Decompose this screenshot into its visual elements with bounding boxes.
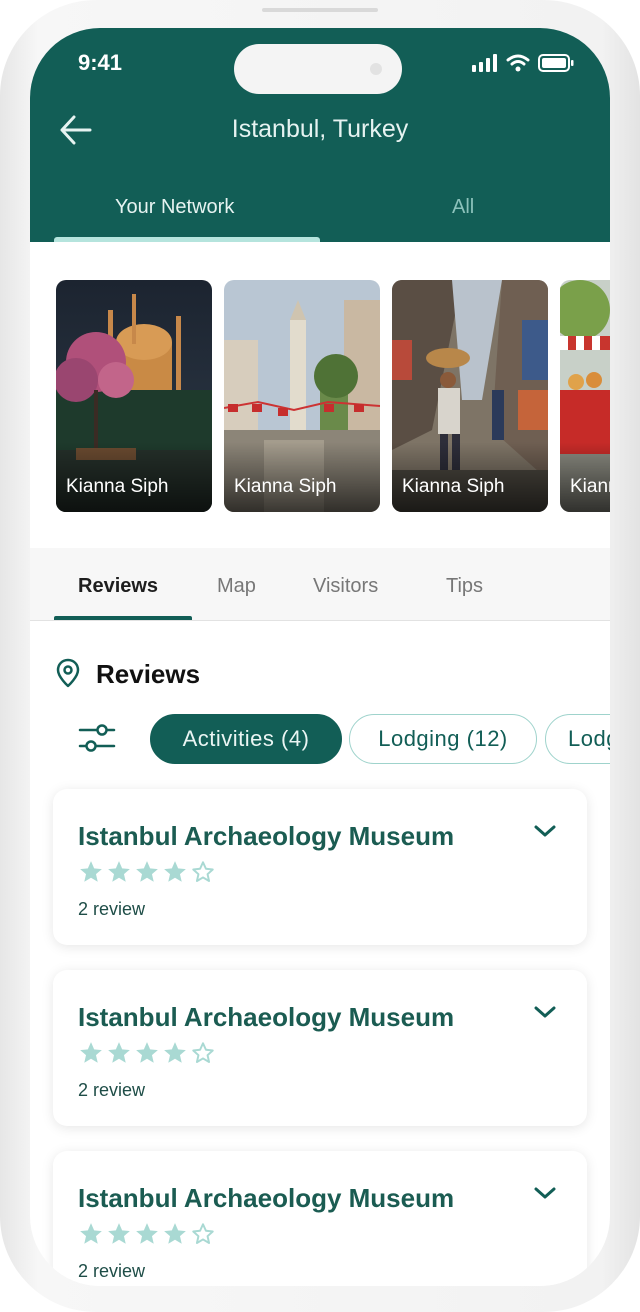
review-count: 2 review [78,1261,146,1281]
wifi-icon [506,54,530,72]
battery-icon [538,54,574,72]
star-empty-icon [192,1223,214,1244]
location-pin-icon [56,658,80,688]
story-card[interactable]: Kianna Siph [56,280,212,512]
tab-reviews[interactable]: Reviews [78,575,158,598]
star-icon [164,1042,186,1063]
review-card[interactable]: Istanbul Archaeology Museum 2 review [53,970,587,1126]
story-name: Kianna Siph [66,476,169,497]
filter-sliders-icon[interactable] [78,722,116,754]
star-icon [136,861,158,882]
star-empty-icon [192,1042,214,1063]
tab-map[interactable]: Map [217,575,256,598]
star-icon [108,1042,130,1063]
star-icon [108,1223,130,1244]
filter-chip-activities[interactable]: Activities (4) [150,714,342,764]
section-tab-indicator [54,616,192,620]
story-name: Kianna Siph [402,476,505,497]
page-title: Istanbul, Turkey [231,115,409,143]
story-card[interactable]: Kianna Siph [392,280,548,512]
stories-row: Kianna Siph Kianna Siph Kianna Siph Kian [30,242,610,548]
chevron-down-icon[interactable] [533,1004,557,1020]
star-rating [78,859,216,885]
tab-your-network[interactable]: Your Network [115,196,234,219]
star-icon [108,861,130,882]
star-icon [80,1223,102,1244]
status-icons [472,54,574,72]
review-card-title: Istanbul Archaeology Museum [78,1183,455,1213]
review-count: 2 review [78,899,146,919]
chevron-down-icon[interactable] [533,823,557,839]
star-icon [164,1223,186,1244]
star-icon [136,1042,158,1063]
signal-icon [472,54,497,72]
star-icon [80,1042,102,1063]
header: 9:41 Istanbul, Turkey Your Network All [30,28,610,242]
filter-chip-lodging-2[interactable]: Lodging [545,714,610,764]
star-icon [80,861,102,882]
review-card[interactable]: Istanbul Archaeology Museum 2 review [53,789,587,945]
story-name: Kianna Siph [234,476,337,497]
tab-visitors[interactable]: Visitors [313,575,378,598]
star-rating [78,1221,216,1247]
story-card[interactable]: Kianna Siph [560,280,610,512]
story-name: Kianna Siph [570,476,610,497]
dynamic-island [234,44,402,94]
filter-chip-lodging[interactable]: Lodging (12) [349,714,537,764]
section-tabs: Reviews Map Visitors Tips [30,548,610,621]
star-rating [78,1040,216,1066]
app-screen: 9:41 Istanbul, Turkey Your Network All K… [30,28,610,1286]
review-card-title: Istanbul Archaeology Museum [78,1002,455,1032]
review-card[interactable]: Istanbul Archaeology Museum 2 review [53,1151,587,1286]
chevron-down-icon[interactable] [533,1185,557,1201]
story-card[interactable]: Kianna Siph [224,280,380,512]
tab-all[interactable]: All [452,196,474,219]
status-time: 9:41 [78,50,123,75]
review-count: 2 review [78,1080,146,1100]
star-icon [136,1223,158,1244]
star-icon [164,861,186,882]
star-empty-icon [192,861,214,882]
tab-tips[interactable]: Tips [446,575,483,598]
review-card-title: Istanbul Archaeology Museum [78,821,455,851]
reviews-heading: Reviews [96,659,201,689]
